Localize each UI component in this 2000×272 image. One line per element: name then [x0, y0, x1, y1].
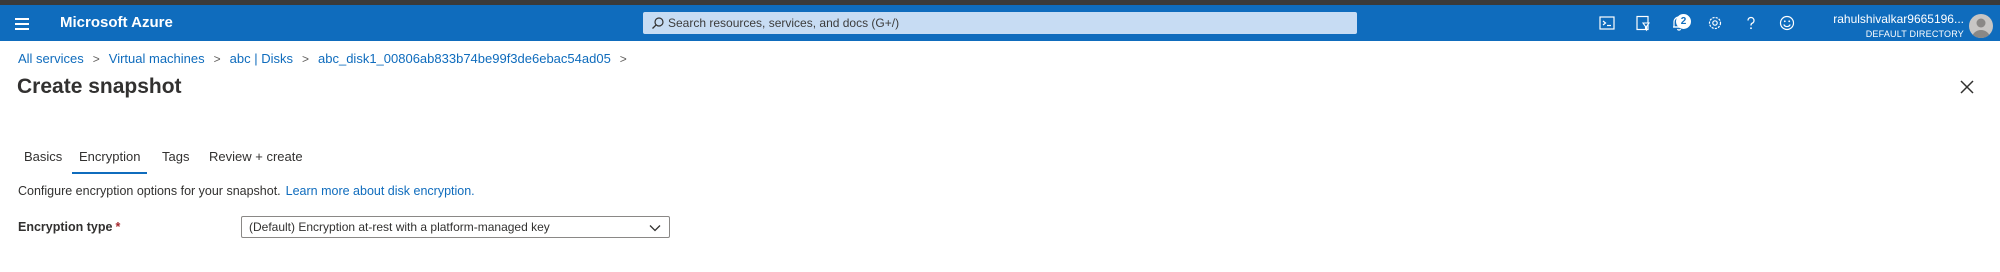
breadcrumb-separator-icon: > — [92, 52, 100, 66]
breadcrumb-virtual-machines[interactable]: Virtual machines — [109, 51, 205, 66]
encryption-type-value: (Default) Encryption at-rest with a plat… — [249, 220, 550, 234]
cloud-shell-icon[interactable] — [1598, 14, 1616, 32]
portal-menu-icon[interactable] — [12, 13, 32, 33]
tab-basics[interactable]: Basics — [17, 148, 69, 174]
directory-filter-icon[interactable] — [1634, 14, 1652, 32]
global-search[interactable] — [643, 12, 1357, 34]
close-icon[interactable] — [1958, 78, 1976, 96]
avatar[interactable] — [1969, 14, 1993, 38]
search-icon — [652, 17, 664, 29]
breadcrumb: All services > Virtual machines > abc | Disk… — [18, 51, 636, 66]
tab-tags[interactable]: Tags — [155, 148, 196, 174]
notification-count-badge: 2 — [1676, 14, 1691, 29]
encryption-description: Configure encryption options for your sn… — [18, 184, 475, 198]
account-directory: DEFAULT DIRECTORY — [1865, 29, 1964, 39]
azure-top-bar: Microsoft Azure 2 rahulshivalkar96651 — [0, 5, 2000, 41]
help-icon[interactable] — [1742, 14, 1760, 32]
tab-review-create[interactable]: Review + create — [202, 148, 310, 174]
breadcrumb-abc-disks[interactable]: abc | Disks — [230, 51, 293, 66]
breadcrumb-separator-icon: > — [213, 52, 221, 66]
learn-more-link[interactable]: Learn more about disk encryption. — [286, 184, 475, 198]
encryption-type-label-text: Encryption type — [18, 220, 113, 234]
chevron-down-icon — [649, 225, 661, 232]
brand-title[interactable]: Microsoft Azure — [60, 14, 173, 31]
search-input[interactable] — [668, 12, 1348, 34]
breadcrumb-separator-icon: > — [302, 52, 310, 66]
breadcrumb-disk[interactable]: abc_disk1_00806ab833b74be99f3de6ebac54ad… — [318, 51, 611, 66]
breadcrumb-separator-icon: > — [619, 52, 627, 66]
user-avatar-icon — [1972, 18, 1990, 38]
settings-icon[interactable] — [1706, 14, 1724, 32]
account-menu[interactable]: rahulshivalkar9665196... DEFAULT DIRECTO… — [1790, 12, 1964, 39]
encryption-type-label: Encryption type * — [18, 220, 120, 234]
account-name: rahulshivalkar9665196... — [1833, 12, 1964, 26]
encryption-type-dropdown[interactable]: (Default) Encryption at-rest with a plat… — [241, 216, 670, 238]
tab-encryption[interactable]: Encryption — [72, 148, 148, 174]
description-text: Configure encryption options for your sn… — [18, 184, 281, 198]
breadcrumb-all-services[interactable]: All services — [18, 51, 84, 66]
page-title: Create snapshot — [17, 75, 182, 98]
required-marker: * — [115, 220, 121, 234]
